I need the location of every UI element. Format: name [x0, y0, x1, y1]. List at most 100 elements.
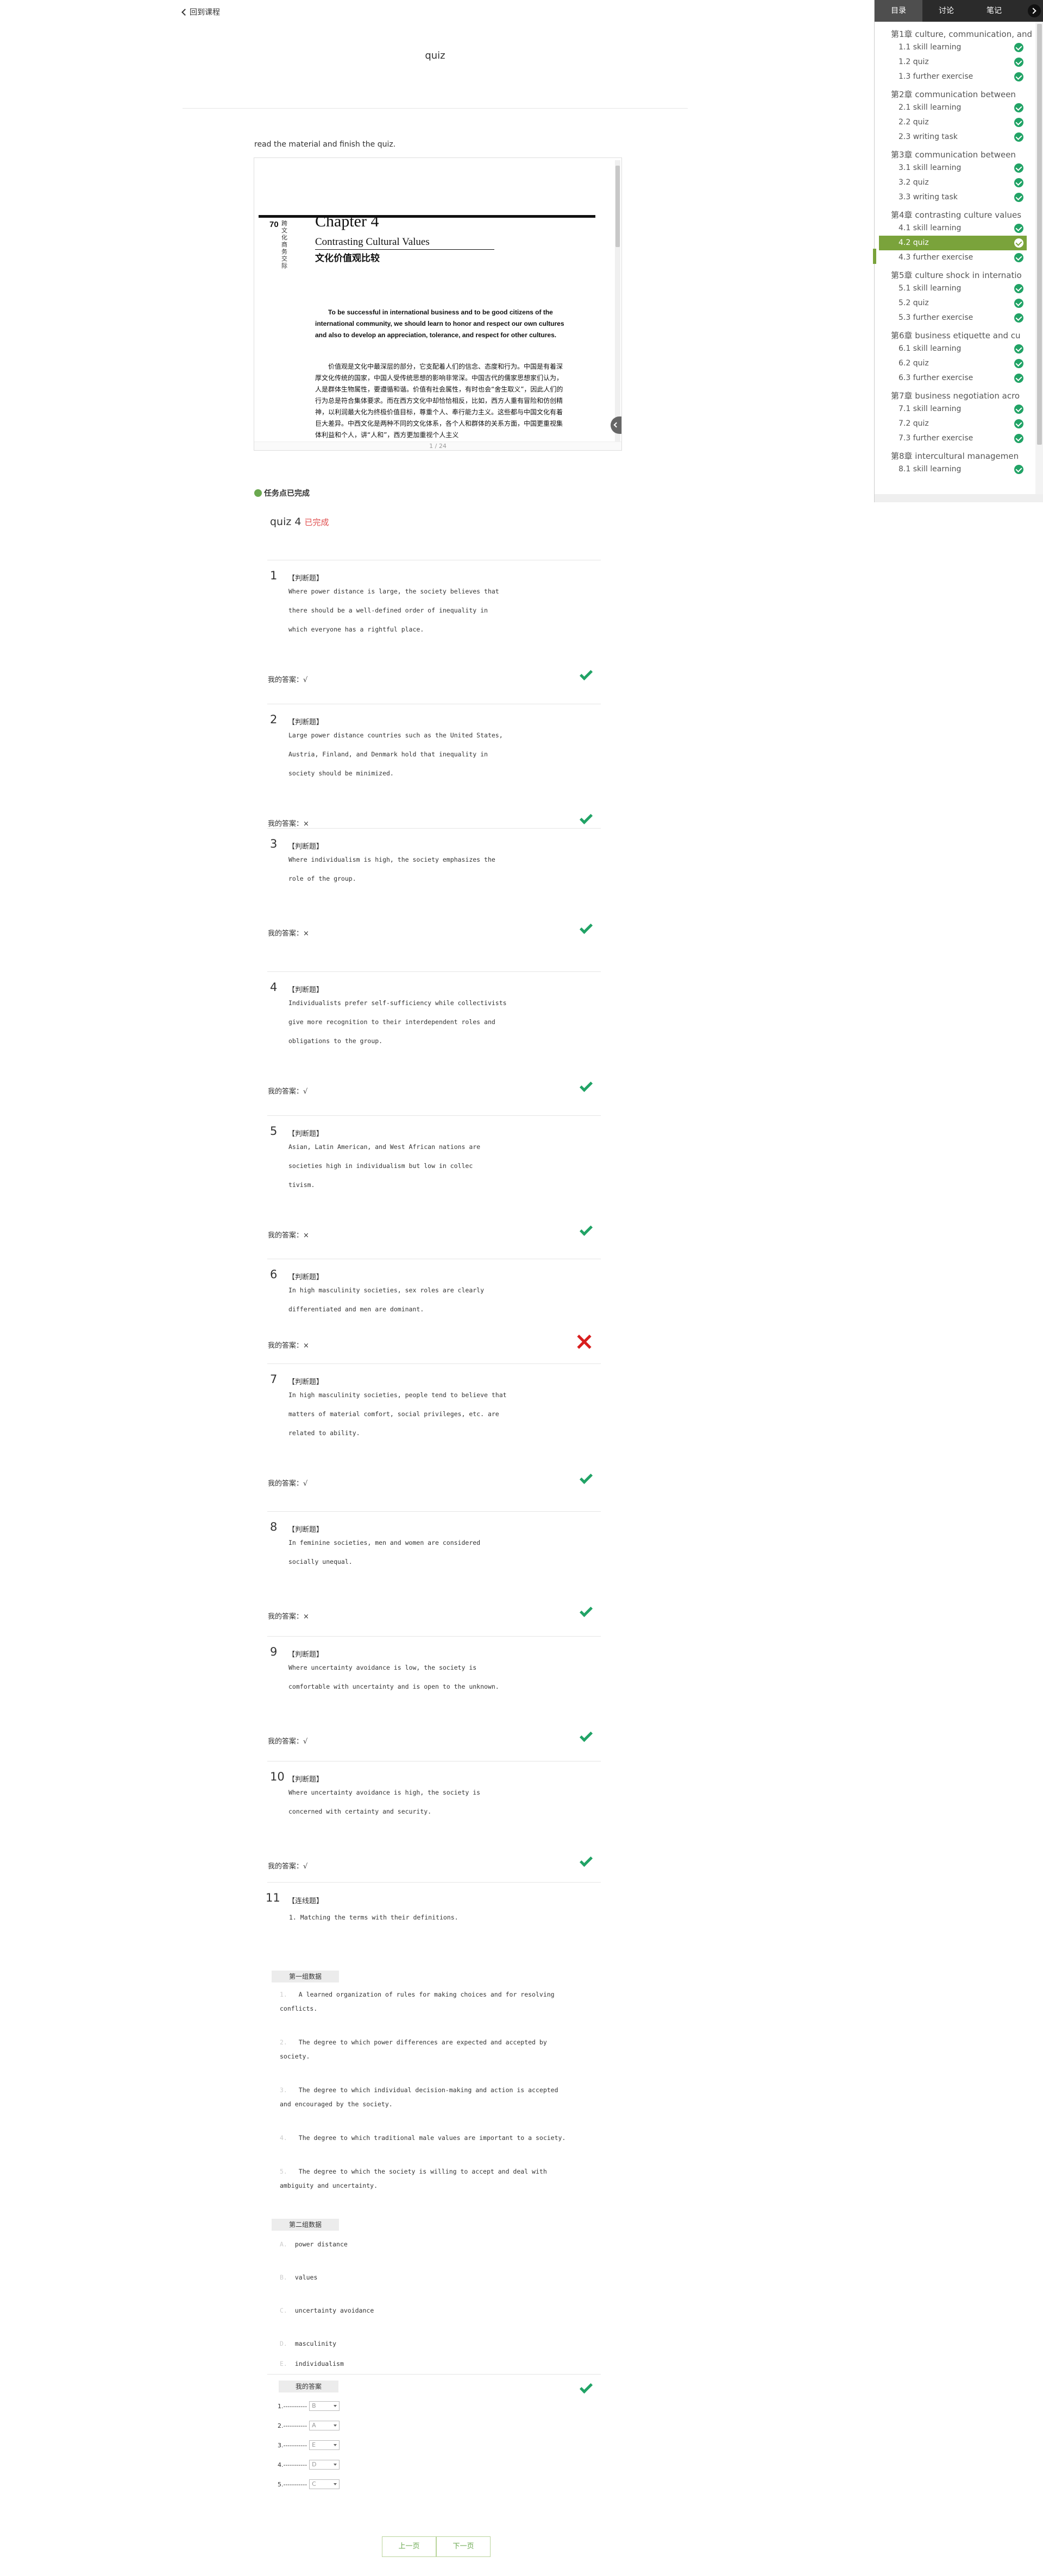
section-item[interactable]: 6.1 skill learning	[879, 342, 1027, 356]
completed-check-icon	[1014, 224, 1023, 233]
section-item[interactable]: 6.2 quiz	[879, 356, 1027, 371]
chapter-item[interactable]: 第4章 contrasting culture values	[891, 209, 1035, 220]
chapter-cn-title: 文化价值观比较	[315, 253, 380, 264]
section-label: 6.2 quiz	[899, 359, 929, 368]
question-line: In feminine societies, men and women are…	[288, 1539, 481, 1546]
divider	[267, 828, 601, 829]
question-text: In feminine societies, men and women are…	[288, 1533, 517, 1571]
my-answer-label: 我的答案：	[268, 1088, 304, 1096]
section-item[interactable]: 2.3 writing task	[879, 130, 1027, 144]
instruction-text: read the material and finish the quiz.	[254, 140, 396, 149]
chapter-item[interactable]: 第6章 business etiquette and cu	[891, 330, 1035, 341]
divider	[267, 1115, 601, 1116]
my-answer: 我的答案：×	[268, 1229, 309, 1240]
divider	[183, 108, 688, 109]
answer-select[interactable]: A	[309, 2421, 340, 2430]
answer-select-value: C	[312, 2480, 316, 2487]
my-answer-value: ×	[303, 1232, 309, 1240]
section-label: 2.3 writing task	[899, 132, 958, 141]
chapter-item[interactable]: 第7章 business negotiation acro	[891, 390, 1035, 401]
chapter-item[interactable]: 第1章 culture, communication, and	[891, 28, 1035, 40]
my-answer: 我的答案：√	[268, 1478, 307, 1488]
tab-discussion[interactable]: 讨论	[922, 0, 970, 22]
my-answer: 我的答案：×	[268, 927, 309, 938]
question-line: Austria, Finland, and Denmark hold that …	[288, 750, 488, 758]
my-answer: 我的答案：√	[268, 1735, 307, 1746]
sidebar-scroll-thumb[interactable]	[1037, 24, 1042, 445]
back-label: 回到课程	[190, 8, 220, 17]
document-viewer[interactable]: 70 跨文化商务交际 Chapter 4 Contrasting Cultura…	[254, 157, 622, 451]
section-item[interactable]: 3.2 quiz	[879, 175, 1027, 190]
chapter-rule	[259, 215, 595, 218]
section-item[interactable]: 5.2 quiz	[879, 296, 1027, 311]
completed-check-icon	[1014, 253, 1023, 262]
prev-page-button[interactable]: 上一页	[382, 2536, 436, 2557]
chapter-title: 第6章 business etiquette and cu	[891, 331, 1021, 340]
section-item[interactable]: 1.3 further exercise	[879, 70, 1027, 84]
section-item[interactable]: 7.3 further exercise	[879, 431, 1027, 446]
section-item[interactable]: 4.1 skill learning	[879, 221, 1027, 236]
answer-select[interactable]: E	[309, 2440, 340, 2450]
section-item[interactable]: 7.1 skill learning	[879, 402, 1027, 416]
term-text: power distance	[294, 2240, 348, 2248]
wrong-cross-icon	[577, 1334, 592, 1349]
completed-check-icon	[1014, 344, 1023, 353]
answer-key: 4.-----------	[278, 2461, 307, 2468]
section-item[interactable]: 5.1 skill learning	[879, 281, 1027, 296]
section-label: 2.2 quiz	[899, 118, 929, 127]
answer-key: 2.-----------	[278, 2422, 307, 2429]
next-page-button[interactable]: 下一页	[436, 2536, 491, 2557]
sidebar-collapse-icon[interactable]	[1028, 4, 1041, 17]
back-to-course-link[interactable]: 回到课程	[181, 7, 220, 17]
my-answer-value: √	[303, 1480, 308, 1488]
answer-select[interactable]: D	[309, 2460, 340, 2470]
my-answer-value: √	[303, 676, 308, 684]
completed-check-icon	[1014, 359, 1023, 368]
section-item[interactable]: 1.1 skill learning	[879, 40, 1027, 55]
section-item[interactable]: 2.2 quiz	[879, 115, 1027, 130]
section-label: 8.1 skill learning	[899, 465, 962, 473]
chapter-item[interactable]: 第3章 communication between	[891, 149, 1035, 160]
question-text: Where power distance is large, the socie…	[288, 582, 517, 639]
divider	[267, 1636, 601, 1637]
sidebar-horizontal-scrollbar[interactable]	[875, 494, 1043, 502]
question-text: In high masculinity societies, sex roles…	[288, 1281, 517, 1319]
tab-contents[interactable]: 目录	[875, 0, 922, 22]
answer-select[interactable]: B	[309, 2401, 340, 2411]
definition-text: The degree to which individual decision-…	[294, 2086, 558, 2094]
chapter-item[interactable]: 第5章 culture shock in internatio	[891, 269, 1035, 281]
section-item[interactable]: 2.1 skill learning	[879, 100, 1027, 115]
section-item[interactable]: 8.1 skill learning	[879, 462, 1027, 477]
chapter-item[interactable]: 第8章 intercultural managemen	[891, 450, 1035, 462]
my-answer-value: √	[303, 1738, 308, 1746]
chevron-down-icon	[334, 2464, 337, 2466]
chapter-item[interactable]: 第2章 communication between	[891, 89, 1035, 100]
viewer-scroll-thumb[interactable]	[615, 166, 620, 247]
section-item[interactable]: 4.3 further exercise	[879, 250, 1027, 265]
question-line: there should be a well-defined order of …	[288, 607, 488, 614]
question-number: 6	[270, 1268, 278, 1281]
answer-row: 5.----------- C	[278, 2479, 340, 2489]
tab-notes[interactable]: 笔记	[970, 0, 1018, 22]
item-key: 1.	[280, 1991, 287, 1998]
page-number: 70	[269, 220, 279, 229]
section-item[interactable]: 7.2 quiz	[879, 416, 1027, 431]
section-label: 1.3 further exercise	[899, 72, 973, 81]
section-item[interactable]: 6.3 further exercise	[879, 371, 1027, 386]
page-title: quiz	[425, 50, 445, 61]
answer-select[interactable]: C	[309, 2479, 340, 2489]
document-page: 70 跨文化商务交际 Chapter 4 Contrasting Cultura…	[255, 159, 614, 441]
term-item: C. uncertainty avoidance	[280, 2303, 584, 2318]
correct-check-icon	[579, 920, 593, 935]
section-item[interactable]: 4.2 quiz	[879, 236, 1027, 250]
question-line: comfortable with uncertainty and is open…	[288, 1683, 499, 1690]
section-label: 4.1 skill learning	[899, 224, 962, 232]
item-key: 3.	[280, 2086, 287, 2094]
section-item[interactable]: 1.2 quiz	[879, 55, 1027, 70]
my-answer-label: 我的答案：	[268, 1480, 304, 1488]
section-item[interactable]: 3.3 writing task	[879, 190, 1027, 205]
section-item[interactable]: 3.1 skill learning	[879, 161, 1027, 175]
completed-check-icon	[1014, 58, 1023, 67]
my-answer-label: 我的答案：	[268, 1862, 304, 1871]
section-item[interactable]: 5.3 further exercise	[879, 311, 1027, 325]
